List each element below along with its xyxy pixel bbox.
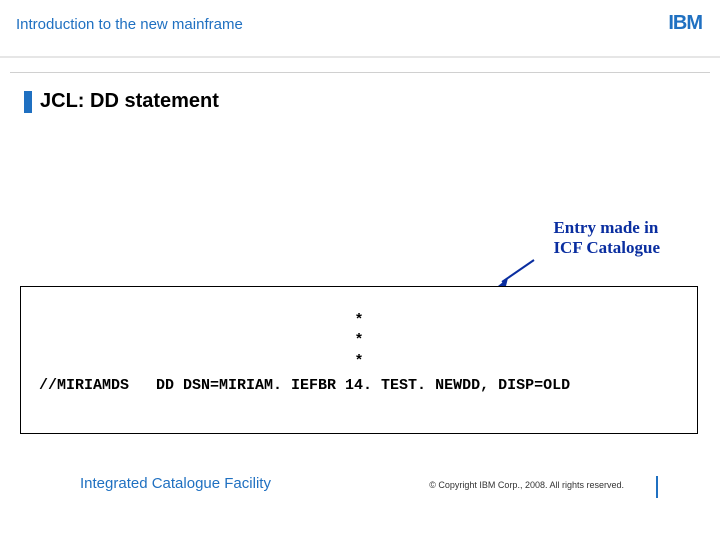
header-subtitle: Introduction to the new mainframe — [16, 16, 243, 33]
annotation: Entry made in ICF Catalogue — [553, 218, 660, 257]
title-accent — [24, 91, 32, 113]
ibm-logo: IBM — [668, 14, 702, 34]
annotation-line-1: Entry made in — [553, 218, 660, 238]
asterisk-1: * — [39, 311, 679, 331]
copyright: © Copyright IBM Corp., 2008. All rights … — [429, 480, 624, 490]
code-box: * * * //MIRIAMDS DD DSN=MIRIAM. IEFBR 14… — [20, 286, 698, 434]
slide: Introduction to the new mainframe IBM JC… — [0, 0, 720, 540]
logo-text: IBM — [668, 14, 702, 32]
title-row: JCL: DD statement — [24, 90, 219, 113]
asterisk-2: * — [39, 331, 679, 351]
header: Introduction to the new mainframe IBM — [0, 0, 720, 58]
jcl-line: //MIRIAMDS DD DSN=MIRIAM. IEFBR 14. TEST… — [39, 376, 679, 396]
arrow-icon — [498, 258, 538, 286]
page-title: JCL: DD statement — [40, 90, 219, 113]
footnote: Integrated Catalogue Facility — [80, 475, 271, 492]
footer-accent — [656, 476, 658, 498]
divider — [10, 72, 710, 73]
asterisk-3: * — [39, 352, 679, 372]
annotation-line-2: ICF Catalogue — [553, 238, 660, 258]
